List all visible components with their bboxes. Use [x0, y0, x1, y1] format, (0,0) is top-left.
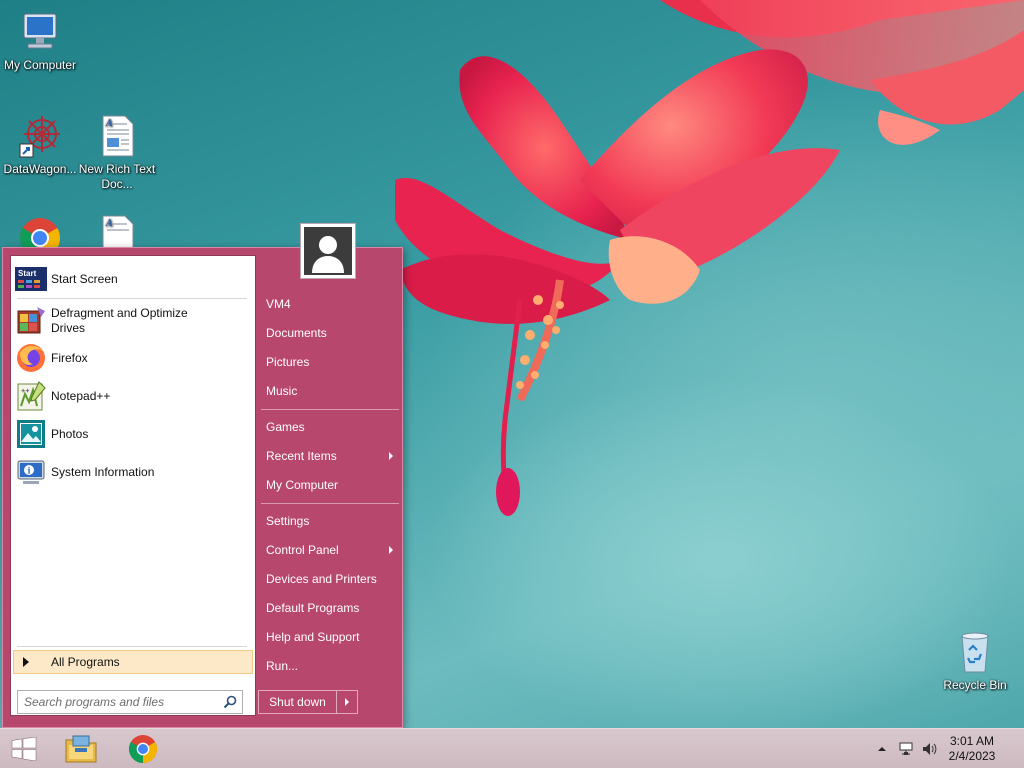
all-programs-button[interactable]: All Programs [13, 650, 253, 674]
start-screen-icon: Start [15, 263, 47, 295]
network-icon[interactable] [898, 741, 914, 757]
shutdown-label: Shut down [269, 695, 326, 709]
menu-label: Music [266, 384, 298, 398]
search-placeholder: Search programs and files [24, 695, 165, 709]
start-right-my-computer[interactable]: My Computer [261, 472, 399, 498]
start-right-help-support[interactable]: Help and Support [261, 624, 399, 650]
program-label: Firefox [51, 351, 88, 365]
taskbar-clock[interactable]: 3:01 AM 2/4/2023 [942, 734, 1002, 764]
program-label: Photos [51, 427, 89, 441]
windows-start-icon [11, 737, 37, 761]
start-right-control-panel[interactable]: Control Panel [261, 537, 399, 563]
search-icon[interactable] [223, 695, 237, 709]
notepad-plus-plus-icon: ++ [15, 380, 47, 412]
taskbar-chrome[interactable] [119, 729, 167, 768]
start-right-settings[interactable]: Settings [261, 508, 399, 534]
program-label: Start Screen [51, 272, 118, 286]
submenu-arrow-icon [389, 452, 393, 460]
program-notepad-plus-plus[interactable]: ++ Notepad++ [15, 378, 251, 414]
menu-label: Games [266, 420, 305, 434]
menu-label: Default Programs [266, 601, 360, 615]
program-defragment[interactable]: Defragment and Optimize Drives [15, 302, 251, 340]
menu-label: My Computer [266, 478, 339, 492]
svg-text:A: A [105, 119, 113, 129]
system-information-icon: i [15, 456, 47, 488]
divider [17, 298, 247, 299]
menu-label: Control Panel [266, 543, 339, 557]
svg-text:++: ++ [21, 387, 29, 395]
menu-label: Settings [266, 514, 310, 528]
file-explorer-icon [65, 735, 97, 763]
show-hidden-icons-chevron[interactable] [874, 741, 890, 757]
photos-icon [15, 418, 47, 450]
menu-label: Recent Items [266, 449, 337, 463]
start-right-games[interactable]: Games [261, 414, 399, 440]
recycle-bin-icon [961, 632, 989, 673]
chevron-right-icon [345, 698, 349, 706]
rich-text-document-icon: A [102, 115, 134, 157]
user-silhouette-icon [304, 227, 352, 275]
shutdown-options-button[interactable] [337, 691, 357, 713]
start-right-recent-items[interactable]: Recent Items [261, 443, 399, 469]
firefox-icon [15, 342, 47, 374]
divider [261, 503, 399, 504]
clock-date: 2/4/2023 [948, 749, 996, 763]
svg-text:Start: Start [18, 269, 37, 278]
menu-label: Pictures [266, 355, 310, 369]
program-system-information[interactable]: i System Information [15, 454, 251, 490]
triangle-right-icon [23, 657, 29, 667]
desktop-icon-datawagon[interactable]: DataWagon... [0, 112, 80, 177]
program-label: Notepad++ [51, 389, 111, 403]
divider [261, 409, 399, 410]
program-photos[interactable]: Photos [15, 416, 251, 452]
defragment-icon [15, 305, 47, 337]
user-avatar[interactable] [300, 223, 356, 279]
program-label: Defragment and Optimize Drives [51, 306, 188, 335]
shutdown-button[interactable]: Shut down [259, 691, 337, 713]
clock-time: 3:01 AM [949, 734, 995, 748]
start-right-user-folder[interactable]: VM4 [261, 291, 399, 317]
desktop-icon-label: New Rich Text Doc... [78, 162, 156, 191]
menu-label: Help and Support [266, 630, 360, 644]
menu-label: Documents [266, 326, 327, 340]
computer-icon [23, 13, 57, 49]
start-right-music[interactable]: Music [261, 378, 399, 404]
chrome-icon [128, 735, 158, 763]
svg-text:A: A [105, 219, 113, 229]
start-right-documents[interactable]: Documents [261, 320, 399, 346]
shutdown-button-group: Shut down [258, 690, 358, 714]
desktop-icon-new-rich-text-doc[interactable]: A New Rich Text Doc... [77, 112, 157, 192]
start-right-default-programs[interactable]: Default Programs [261, 595, 399, 621]
all-programs-label: All Programs [51, 655, 120, 669]
program-label: System Information [51, 465, 155, 479]
start-right-pictures[interactable]: Pictures [261, 349, 399, 375]
submenu-arrow-icon [389, 546, 393, 554]
start-right-run[interactable]: Run... [261, 653, 399, 679]
desktop-icon-recycle-bin[interactable]: Recycle Bin [935, 628, 1015, 693]
desktop-icon-my-computer[interactable]: My Computer [0, 8, 80, 73]
start-right-devices-printers[interactable]: Devices and Printers [261, 566, 399, 592]
search-input[interactable]: Search programs and files [17, 690, 243, 714]
taskbar: 3:01 AM 2/4/2023 [0, 728, 1024, 768]
volume-icon[interactable] [921, 741, 937, 757]
desktop-icon-label: DataWagon... [3, 162, 77, 176]
divider [17, 646, 247, 647]
program-start-screen[interactable]: Start Start Screen [15, 261, 251, 297]
svg-text:i: i [28, 466, 31, 476]
start-menu-programs-pane: Start Start Screen Defragment and Optimi… [10, 255, 256, 716]
menu-label: Run... [266, 659, 299, 673]
start-menu: Start Start Screen Defragment and Optimi… [2, 223, 403, 728]
menu-label: VM4 [266, 297, 291, 311]
desktop-icon-label: My Computer [3, 58, 77, 72]
start-button[interactable] [0, 729, 48, 768]
taskbar-file-explorer[interactable] [57, 729, 105, 768]
menu-label: Devices and Printers [266, 572, 377, 586]
datawagon-shortcut-icon [19, 116, 60, 158]
program-firefox[interactable]: Firefox [15, 340, 251, 376]
desktop-icon-label: Recycle Bin [943, 678, 1007, 692]
